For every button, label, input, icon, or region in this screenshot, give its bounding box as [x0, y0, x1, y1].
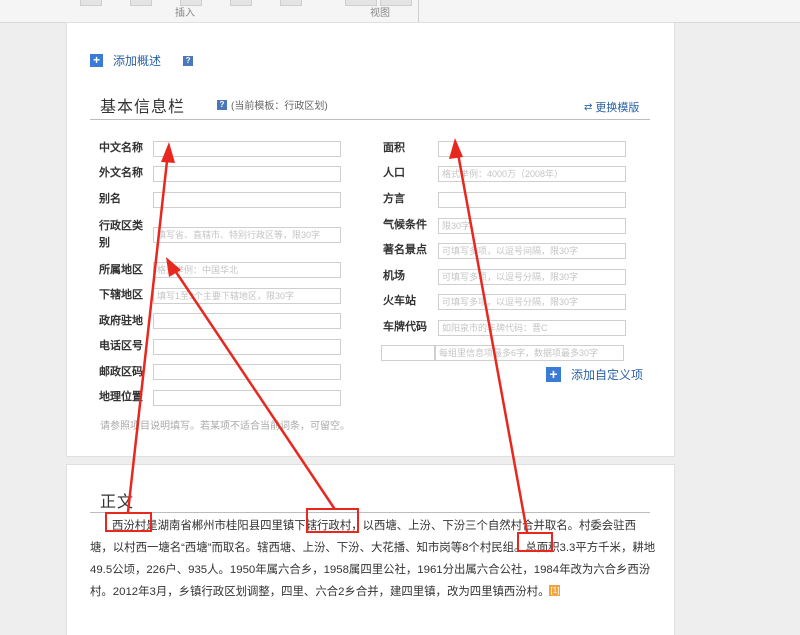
label-location: 地理位置 [99, 391, 143, 403]
label-government-seat: 政府驻地 [99, 315, 143, 327]
ribbon-group-label-view: 视图 [370, 8, 390, 19]
airport-input[interactable]: 可填写多项，以逗号分隔，限30字 [438, 269, 626, 285]
ribbon-button[interactable] [230, 0, 252, 6]
ribbon-button[interactable] [80, 0, 102, 6]
plus-icon: + [546, 367, 561, 382]
body-line-2: 塘，以村西一塘名“西塘”而取名。辖西塘、上汾、下汾、大花播、知市岗等8个村民组。… [90, 542, 656, 554]
plate-code-input[interactable]: 如阳泉市的车牌代码：晋C [438, 320, 626, 336]
region-input[interactable]: 格式举例：中国华北 [153, 262, 341, 278]
divider [90, 119, 650, 120]
label-area-code: 电话区号 [99, 340, 143, 352]
body-title: 正文 [100, 494, 135, 511]
ribbon-button[interactable] [130, 0, 152, 6]
label-dialect: 方言 [383, 193, 405, 205]
infobox-title: 基本信息栏 [100, 99, 186, 116]
attractions-input[interactable]: 可填写多项，以逗号间隔，限30字 [438, 243, 626, 259]
ribbon-group-insert: 插入 视图 [30, 0, 419, 22]
dialect-input[interactable] [438, 192, 626, 208]
editor-ribbon: 插入 视图 [0, 0, 800, 23]
area-code-input[interactable] [153, 339, 341, 355]
switch-template-button[interactable]: ⇄ 更换模版 [584, 99, 639, 115]
annotation-box [306, 508, 359, 533]
government-seat-input[interactable] [153, 313, 341, 329]
template-note-text: (当前模板：行政区划) [231, 101, 328, 112]
label-alias: 别名 [99, 193, 121, 205]
climate-input[interactable]: 限30字 [438, 218, 626, 234]
subordinate-input[interactable]: 填写1至3个主要下辖地区，限30字 [153, 288, 341, 304]
chinese-name-input[interactable] [153, 141, 341, 157]
label-admin-type-line2: 别 [99, 237, 110, 249]
label-chinese-name: 中文名称 [99, 142, 143, 154]
custom-key-input[interactable] [381, 345, 435, 361]
add-summary-label: 添加概述 [113, 54, 162, 68]
add-custom-item-button[interactable]: + 添加自定义项 [546, 366, 643, 383]
label-admin-type: 行政区类 别 [99, 218, 143, 252]
body-line-1: 西汾村是湖南省郴州市桂阳县四里镇下辖行政村，以西塘、上汾、下汾三个自然村合并取名… [112, 520, 636, 532]
help-icon[interactable]: ? [217, 99, 227, 110]
train-station-input[interactable]: 可填写多项，以逗号分隔，限30字 [438, 294, 626, 310]
annotation-box [105, 512, 152, 532]
label-train-station: 火车站 [383, 295, 416, 307]
help-icon[interactable]: ? [183, 55, 194, 66]
body-paragraph[interactable]: 西汾村是湖南省郴州市桂阳县四里镇下辖行政村，以西塘、上汾、下汾三个自然村合并取名… [90, 515, 658, 603]
switch-template-label: 更换模版 [595, 102, 640, 114]
label-attractions: 著名景点 [383, 244, 427, 256]
label-climate: 气候条件 [383, 219, 427, 231]
label-region: 所属地区 [99, 264, 143, 276]
label-postal-code: 邮政区码 [99, 366, 143, 378]
label-airport: 机场 [383, 270, 405, 282]
label-admin-type-line1: 行政区类 [99, 220, 143, 232]
foreign-name-input[interactable] [153, 166, 341, 182]
fill-tip: 请参照项目说明填写。若某项不适合当前词条，可留空。 [100, 421, 350, 432]
citation-badge[interactable]: [1] [549, 585, 561, 596]
body-line-4: 村。2012年3月，乡镇行政区划调整，四里、六合2乡合并，建四里镇，改为四里镇西… [90, 586, 550, 598]
location-input[interactable] [153, 390, 341, 406]
alias-input[interactable] [153, 192, 341, 208]
plus-icon: + [90, 54, 103, 67]
population-input[interactable]: 格式举例：4000万（2008年） [438, 166, 626, 182]
body-line-3: 49.5公顷，226户、935人。1950年属六合乡，1958属四里公社，196… [90, 564, 651, 576]
label-plate-code: 车牌代码 [383, 321, 427, 333]
label-subordinate: 下辖地区 [99, 289, 143, 301]
label-population: 人口 [383, 167, 405, 179]
postal-code-input[interactable] [153, 364, 341, 380]
divider [90, 512, 650, 513]
label-foreign-name: 外文名称 [99, 167, 143, 179]
switch-icon: ⇄ [584, 101, 593, 113]
ribbon-group-label-insert: 插入 [175, 8, 195, 19]
annotation-box [517, 532, 553, 552]
area-input[interactable] [438, 141, 626, 157]
admin-type-input[interactable]: 填写省、直辖市、特别行政区等，限30字 [153, 227, 341, 243]
label-area: 面积 [383, 142, 405, 154]
template-note: ? (当前模板：行政区划) [217, 97, 328, 112]
custom-value-input[interactable]: 每组里信息项最多6字，数据项最多30字 [435, 345, 624, 361]
add-summary-button[interactable]: + 添加概述 ? [90, 52, 194, 69]
add-custom-item-label: 添加自定义项 [571, 368, 644, 382]
ribbon-button[interactable] [280, 0, 302, 6]
